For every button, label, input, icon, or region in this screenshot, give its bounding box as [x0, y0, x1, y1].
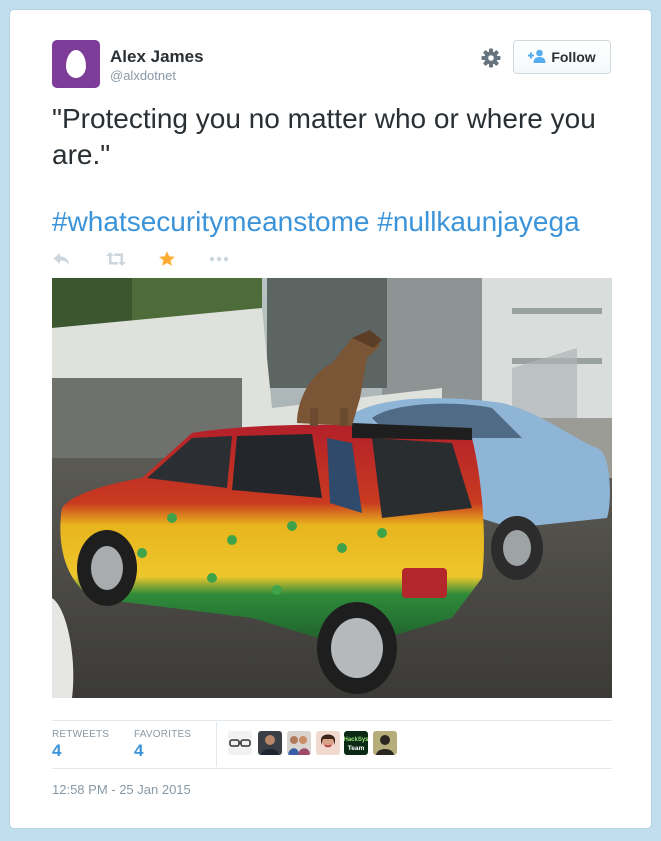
author-handle[interactable]: @alxdotnet: [110, 68, 176, 83]
favorite-star-icon[interactable]: [158, 250, 180, 268]
stats-vertical-divider: [216, 722, 217, 767]
favoriter-avatar[interactable]: [258, 731, 282, 755]
favorites-count[interactable]: 4: [134, 741, 143, 761]
hashtag-link[interactable]: #nullkaunjayega: [377, 206, 579, 237]
follow-person-plus-icon: [528, 49, 546, 66]
favorites-label: FAVORITES: [134, 729, 192, 740]
favoriter-avatar[interactable]: [228, 731, 252, 755]
favoriter-avatar[interactable]: [287, 731, 311, 755]
more-icon[interactable]: [208, 250, 230, 268]
favoriter-avatar[interactable]: [373, 731, 397, 755]
retweet-icon[interactable]: [105, 250, 127, 268]
tweet-timestamp[interactable]: 12:58 PM - 25 Jan 2015: [52, 782, 191, 797]
retweets-count[interactable]: 4: [52, 741, 61, 761]
svg-text:Team: Team: [348, 745, 365, 752]
stats-divider-bottom: [52, 768, 612, 769]
follow-label: Follow: [551, 49, 596, 65]
retweets-label: RETWEETS: [52, 729, 110, 740]
tweet-card: Alex James @alxdotnet Follow "Protecting…: [9, 9, 652, 829]
egg-icon: [66, 50, 86, 78]
follow-button[interactable]: Follow: [513, 40, 611, 74]
favoriter-avatar[interactable]: [316, 731, 340, 755]
gear-icon[interactable]: [480, 47, 502, 69]
hashtag-link[interactable]: #whatsecuritymeanstome: [52, 206, 369, 237]
stats-divider-top: [52, 720, 612, 721]
reply-icon[interactable]: [52, 250, 74, 268]
hashtags: #whatsecuritymeanstome #nullkaunjayega: [52, 204, 580, 240]
svg-text:HackSys: HackSys: [344, 737, 368, 743]
author-name[interactable]: Alex James: [110, 47, 204, 67]
tweet-text: "Protecting you no matter who or where y…: [52, 103, 596, 170]
author-avatar[interactable]: [52, 40, 100, 88]
favoriter-avatar[interactable]: HackSys Team: [344, 731, 368, 755]
tweet-photo[interactable]: [52, 278, 612, 698]
